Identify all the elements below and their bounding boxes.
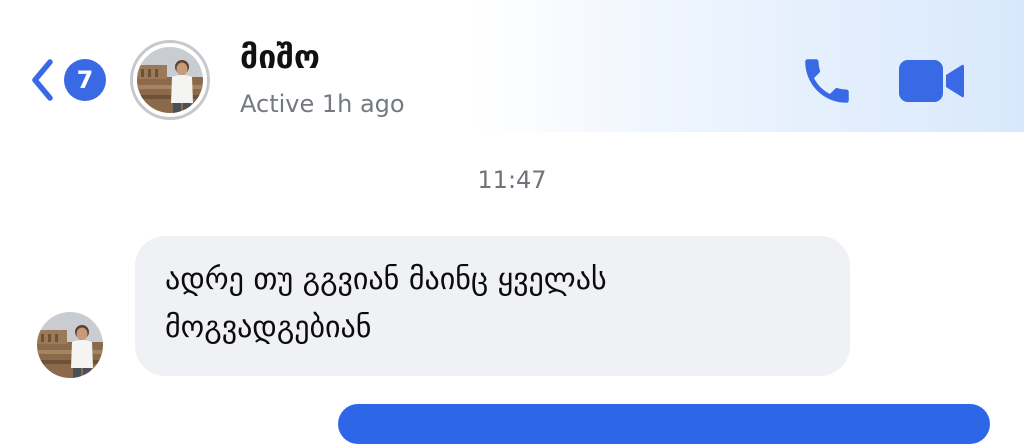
- unread-count-badge: 7: [64, 59, 106, 101]
- outgoing-message-bubble[interactable]: [338, 404, 990, 444]
- chat-header: 7 მიშო Active 1h ago: [0, 0, 1024, 132]
- incoming-message-bubble[interactable]: ადრე თუ გგვიან მაინც ყველას მოგვადგებიან: [135, 236, 850, 376]
- back-button[interactable]: 7: [28, 52, 108, 108]
- phone-icon[interactable]: [798, 52, 856, 110]
- sender-avatar[interactable]: [37, 312, 103, 378]
- chevron-left-icon: [32, 59, 53, 101]
- contact-avatar-photo: [137, 47, 203, 113]
- message-timestamp: 11:47: [477, 166, 547, 194]
- contact-name[interactable]: მიშო: [240, 38, 320, 76]
- contact-active-status: Active 1h ago: [240, 90, 405, 118]
- video-camera-icon[interactable]: [898, 58, 964, 104]
- message-text-line: მოგვადგებიან: [165, 310, 372, 345]
- message-text-line: ადრე თუ გგვიან მაინც ყველას: [165, 262, 607, 297]
- contact-avatar[interactable]: [130, 40, 210, 120]
